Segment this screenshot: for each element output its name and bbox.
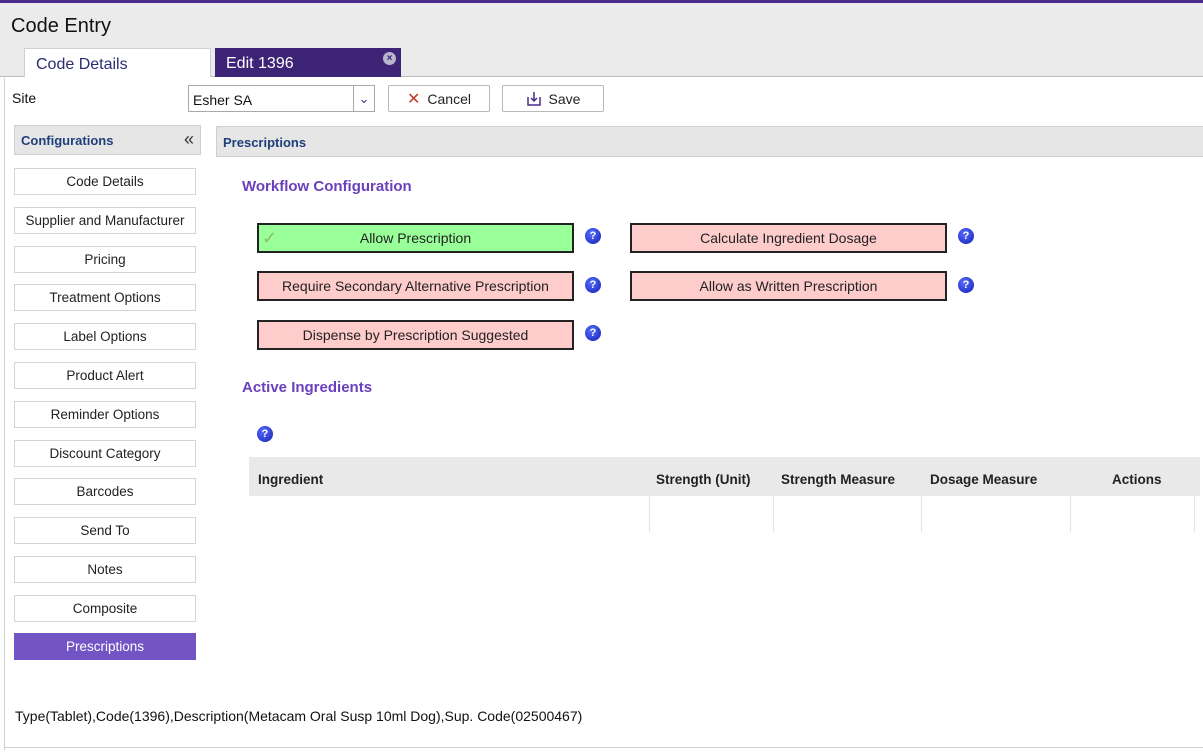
allow-as-written-prescription-toggle[interactable]: Allow as Written Prescription [630, 271, 947, 301]
allow-prescription-toggle[interactable]: ✓ Allow Prescription [257, 223, 574, 253]
help-icon[interactable]: ? [958, 277, 974, 293]
table-row [249, 496, 1200, 532]
help-icon[interactable]: ? [585, 228, 601, 244]
table-cell-divider [773, 496, 774, 532]
save-icon [526, 91, 541, 106]
sidebar-item-label-options[interactable]: Label Options [14, 323, 196, 350]
sidebar-item-pricing[interactable]: Pricing [14, 246, 196, 273]
site-select[interactable]: Esher SA ⌄ [188, 85, 375, 112]
panel-header: Prescriptions [216, 126, 1203, 157]
tab-label: Edit 1396 [226, 55, 294, 72]
column-header-ingredient[interactable]: Ingredient [258, 472, 323, 487]
option-label: Dispense by Prescription Suggested [302, 327, 529, 343]
table-cell-divider [921, 496, 922, 532]
main-area: Site Esher SA ⌄ ✕ Cancel Save Configurat… [4, 78, 1203, 750]
table-cell-divider [649, 496, 650, 532]
divider [5, 747, 1203, 748]
tab-label: Code Details [36, 56, 128, 73]
site-label: Site [12, 90, 37, 106]
sidebar-item-composite[interactable]: Composite [14, 595, 196, 622]
help-icon[interactable]: ? [257, 426, 273, 442]
help-icon[interactable]: ? [585, 277, 601, 293]
column-header-actions[interactable]: Actions [1112, 472, 1162, 487]
sidebar-title: Configurations [21, 133, 114, 148]
calculate-ingredient-dosage-toggle[interactable]: Calculate Ingredient Dosage [630, 223, 947, 253]
sidebar-item-reminder-options[interactable]: Reminder Options [14, 401, 196, 428]
active-ingredients-title: Active Ingredients [242, 379, 373, 396]
site-value: Esher SA [193, 92, 253, 108]
save-label: Save [548, 90, 581, 107]
sidebar-item-send-to[interactable]: Send To [14, 517, 196, 544]
require-secondary-alternative-prescription-toggle[interactable]: Require Secondary Alternative Prescripti… [257, 271, 574, 301]
panel-title: Prescriptions [223, 135, 307, 150]
sidebar-header: Configurations « [14, 125, 201, 155]
collapse-icon[interactable]: « [184, 129, 194, 150]
option-label: Require Secondary Alternative Prescripti… [282, 278, 549, 294]
tab-strip: Code Details Edit 1396 × [0, 46, 1203, 77]
column-header-strength-measure[interactable]: Strength Measure [781, 472, 895, 487]
help-icon[interactable]: ? [585, 325, 601, 341]
sidebar-item-barcodes[interactable]: Barcodes [14, 478, 196, 505]
save-button[interactable]: Save [502, 85, 604, 112]
option-label: Calculate Ingredient Dosage [700, 230, 877, 246]
page-title: Code Entry [11, 15, 112, 37]
column-header-dosage-measure[interactable]: Dosage Measure [930, 472, 1037, 487]
option-label: Allow Prescription [359, 230, 472, 246]
close-icon: ✕ [407, 90, 421, 108]
code-summary: Type(Tablet),Code(1396),Description(Meta… [15, 708, 583, 724]
checkmark-icon: ✓ [262, 228, 278, 248]
cancel-label: Cancel [427, 90, 471, 107]
sidebar-item-treatment-options[interactable]: Treatment Options [14, 284, 196, 311]
ingredients-table-header: Ingredient Strength (Unit) Strength Meas… [249, 457, 1200, 496]
close-icon[interactable]: × [383, 52, 396, 65]
sidebar-item-discount-category[interactable]: Discount Category [14, 440, 196, 467]
tab-code-details[interactable]: Code Details [24, 48, 211, 77]
sidebar-item-product-alert[interactable]: Product Alert [14, 362, 196, 389]
workflow-section-title: Workflow Configuration [242, 178, 412, 195]
table-cell-divider [1070, 496, 1071, 532]
title-bar: Code Entry [0, 3, 1203, 46]
sidebar-item-notes[interactable]: Notes [14, 556, 196, 583]
option-label: Allow as Written Prescription [699, 278, 878, 294]
cancel-button[interactable]: ✕ Cancel [388, 85, 490, 112]
sidebar-item-code-details[interactable]: Code Details [14, 168, 196, 195]
chevron-down-icon[interactable]: ⌄ [353, 86, 374, 111]
site-toolbar: Site Esher SA ⌄ ✕ Cancel Save [5, 78, 1203, 116]
sidebar-item-supplier-and-manufacturer[interactable]: Supplier and Manufacturer [14, 207, 196, 234]
help-icon[interactable]: ? [958, 228, 974, 244]
tab-edit-1396[interactable]: Edit 1396 × [215, 48, 401, 77]
table-cell-divider [1194, 496, 1195, 532]
dispense-by-prescription-suggested-toggle[interactable]: Dispense by Prescription Suggested [257, 320, 574, 350]
sidebar-item-prescriptions[interactable]: Prescriptions [14, 633, 196, 660]
column-header-strength-unit[interactable]: Strength (Unit) [656, 472, 750, 487]
